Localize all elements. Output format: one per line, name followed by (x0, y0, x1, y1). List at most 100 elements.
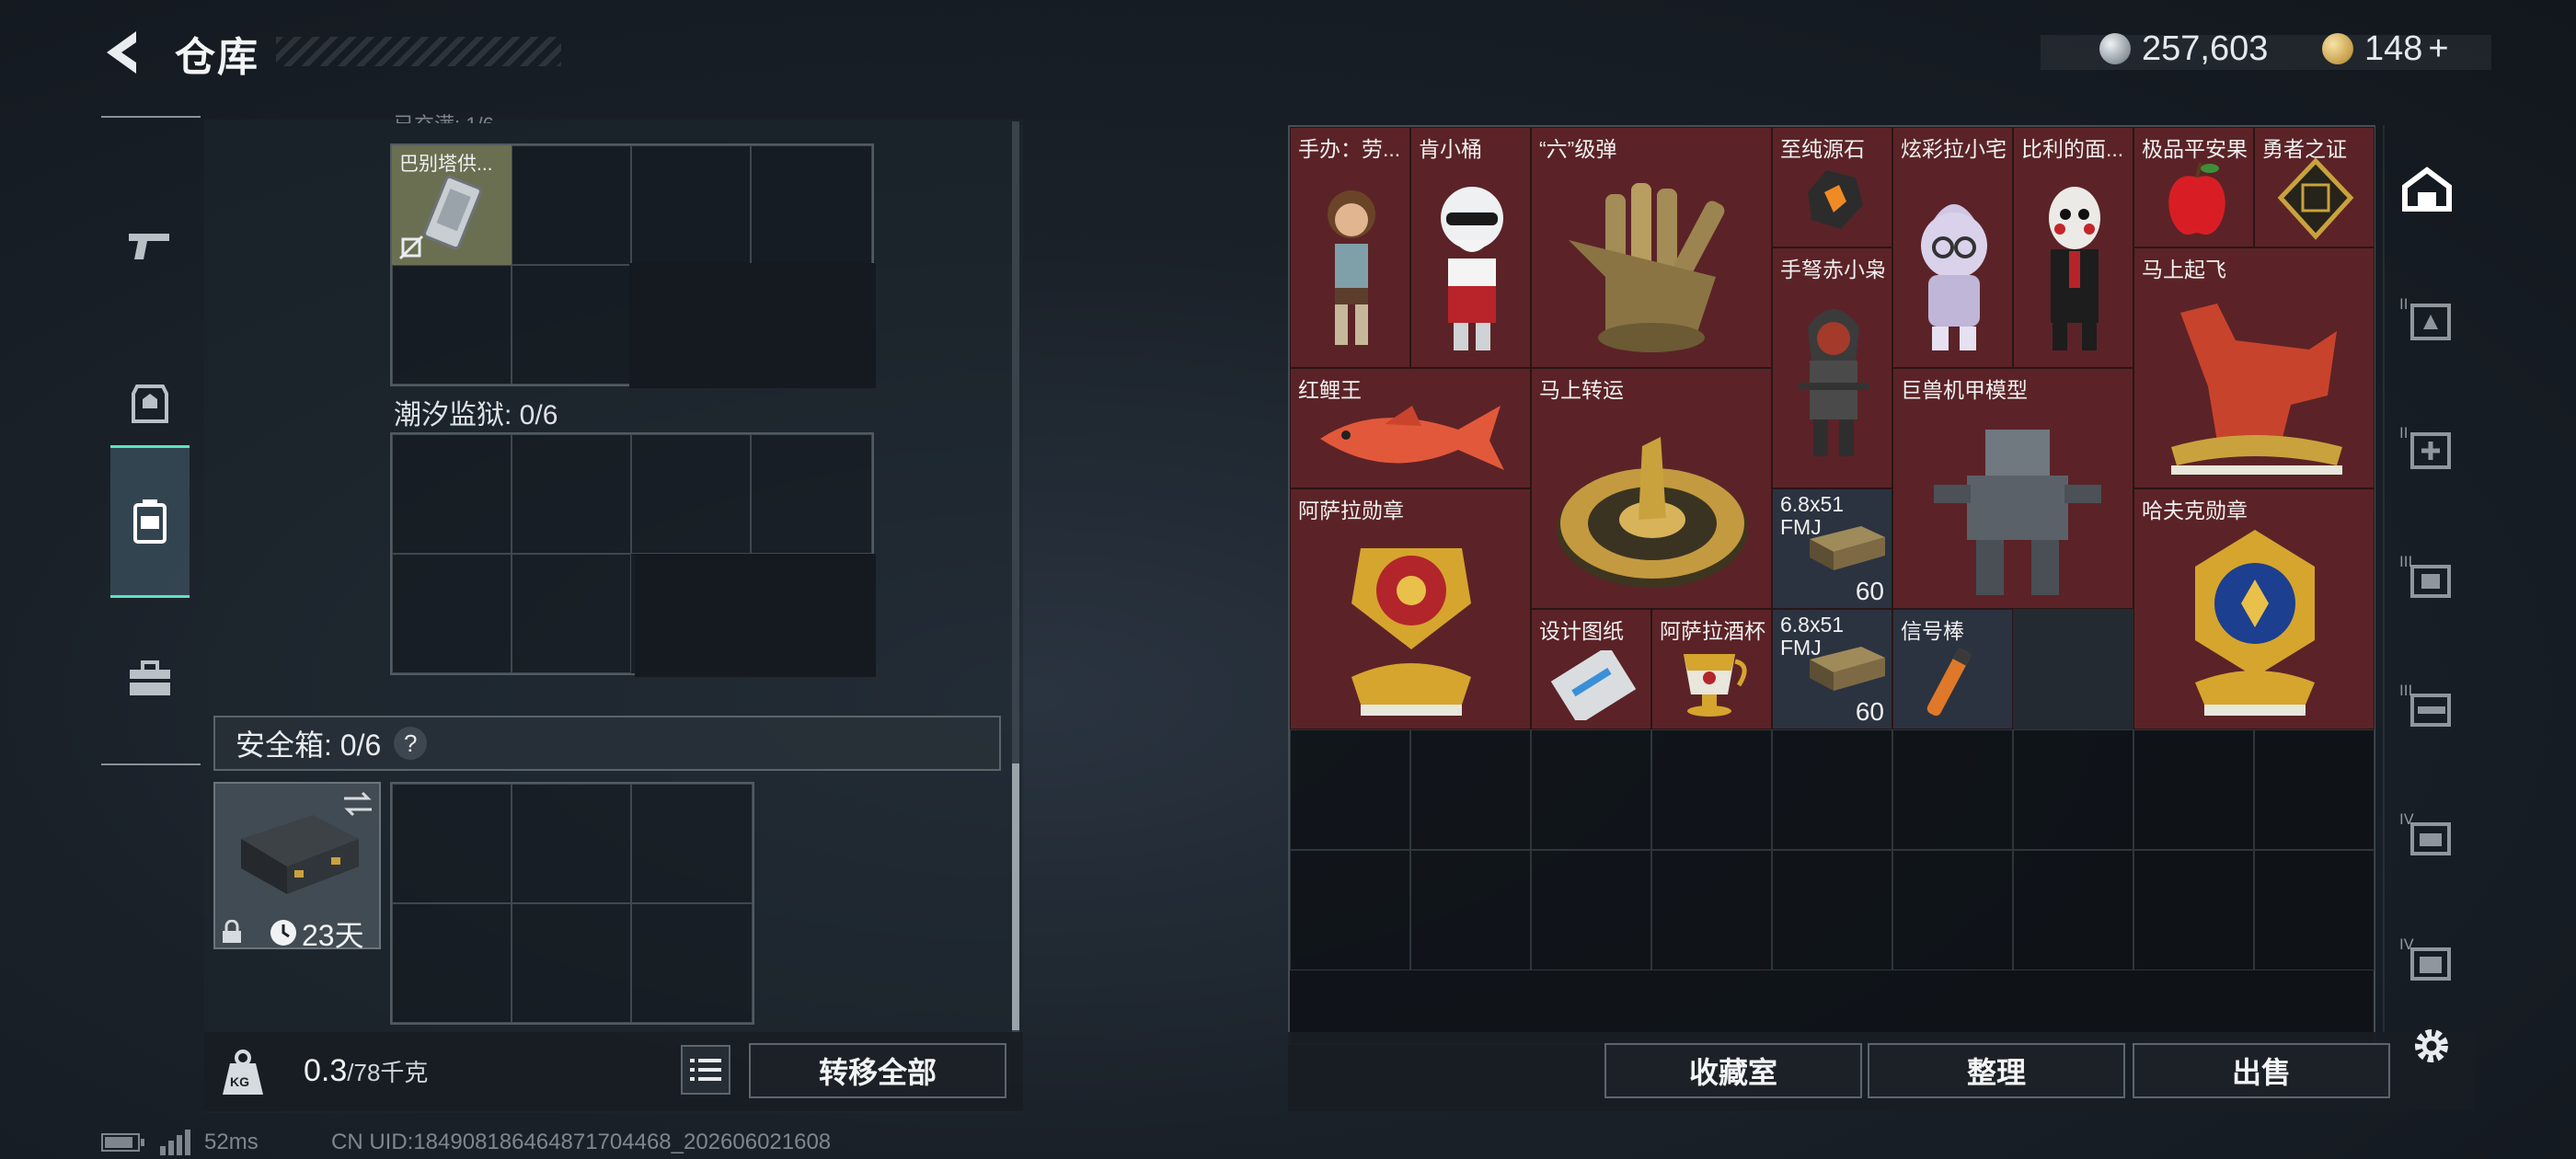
item-name: 信号棒 (1901, 619, 1964, 643)
gold-add-button[interactable]: + (2428, 29, 2448, 69)
svg-text:II: II (2399, 424, 2408, 442)
gold-currency[interactable]: 148 + (2322, 28, 2449, 70)
storage-item[interactable]: 炫彩拉小宅 (1892, 127, 2013, 368)
storage-item[interactable]: 勇者之证 (2254, 127, 2375, 247)
storage-grid-cell (2013, 850, 2133, 970)
item-name: 极品平安果 (2142, 137, 2248, 161)
nav-backpack[interactable] (110, 445, 190, 598)
toolbox-icon (130, 660, 170, 695)
medal-haavk-icon (2195, 530, 2315, 716)
safe-box-item[interactable]: 23天 (213, 782, 381, 952)
tab-storage-6[interactable]: IV (2385, 769, 2469, 898)
storage-item[interactable]: 手弩赤小枭 (1772, 247, 1892, 488)
storage-item[interactable]: 设计图纸 (1531, 609, 1651, 729)
no-trade-icon (398, 235, 424, 260)
weight-capacity: /78千克 (347, 1059, 429, 1086)
nav-toolbox[interactable] (110, 605, 190, 752)
list-view-button[interactable] (681, 1045, 730, 1095)
inventory-scroll-thumb[interactable] (1012, 763, 1019, 1030)
item-name: 哈夫克勋章 (2142, 499, 2248, 522)
tab-storage-3[interactable]: II (2385, 383, 2469, 511)
tab-storage-7[interactable]: IV (2385, 894, 2469, 1023)
weight-display: 0.3/78千克 (304, 1053, 428, 1089)
safe-box-help-button[interactable]: ? (394, 727, 428, 760)
pistol-icon (129, 234, 169, 259)
inventory-item-slot[interactable]: 巴别塔供... (392, 145, 512, 265)
warehouse-icon (2402, 166, 2452, 212)
ammo-box-icon (1810, 647, 1885, 691)
storage-item[interactable]: 6.8x51 FMJ 60 (1772, 488, 1892, 609)
storage-page-icon: III (2399, 553, 2451, 598)
back-arrow-icon[interactable] (99, 28, 145, 77)
storage-item[interactable]: 巨兽机甲模型 (1892, 368, 2133, 609)
tab-storage-main[interactable] (2385, 125, 2469, 254)
storage-item[interactable]: 红鲤王 (1290, 368, 1531, 488)
medal-asala-icon (1351, 548, 1471, 716)
empty-slot (2013, 609, 2133, 729)
item-name: 马上起飞 (2142, 258, 2226, 281)
tab-storage-5[interactable]: III (2385, 640, 2469, 769)
item-name: 比利的面... (2021, 137, 2124, 161)
list-icon (690, 1059, 721, 1081)
battery-icon (101, 1133, 144, 1152)
item-name: 肯小桶 (1419, 137, 1482, 161)
storage-item[interactable]: 信号棒 (1892, 609, 2013, 729)
nav-weapons[interactable] (110, 173, 190, 320)
mech-model-icon (1934, 430, 2101, 595)
storage-page-icon: II (2399, 424, 2451, 469)
ping-value: 52ms (204, 1130, 259, 1154)
item-name: 巨兽机甲模型 (1901, 378, 2028, 402)
carp-icon (1320, 406, 1504, 470)
storage-page-icon: II (2399, 295, 2451, 340)
item-count: 60 (1855, 577, 1884, 605)
figure-lara-icon (1328, 190, 1375, 345)
storage-grid-cell (2133, 729, 2254, 850)
sell-button[interactable]: 出售 (2133, 1043, 2390, 1098)
storage-grid-cell (1772, 729, 1892, 850)
storage-item[interactable]: 马上起飞 (2133, 247, 2375, 488)
collection-room-button[interactable]: 收藏室 (1604, 1043, 1862, 1098)
storage-item[interactable]: “六”级弹 (1531, 127, 1772, 368)
storage-item[interactable]: 阿萨拉勋章 (1290, 488, 1531, 729)
bullet-hand-icon (1569, 183, 1725, 352)
weight-icon-label: KG (230, 1074, 249, 1089)
swap-icon[interactable] (340, 789, 375, 819)
storage-grid-cell (1772, 850, 1892, 970)
gold-coin-icon (2322, 33, 2353, 64)
item-name: 手弩赤小枭 (1780, 258, 1886, 281)
clock-icon (270, 920, 296, 946)
sort-button[interactable]: 整理 (1868, 1043, 2125, 1098)
storage-item[interactable]: 至纯源石 (1772, 127, 1892, 247)
storage-item[interactable]: 6.8x51 FMJ 60 (1772, 609, 1892, 729)
tab-storage-4[interactable]: III (2385, 511, 2469, 640)
item-name: “六”级弹 (1539, 137, 1617, 161)
storage-item[interactable]: 哈夫克勋章 (2133, 488, 2375, 729)
tab-storage-2[interactable]: II (2385, 254, 2469, 383)
transfer-all-button[interactable]: 转移全部 (749, 1043, 1006, 1098)
storage-item[interactable]: 手办：劳... (1290, 127, 1410, 368)
weight-value: 0.3 (304, 1053, 348, 1088)
ore-icon (1808, 170, 1863, 229)
ammo-box-icon (1810, 526, 1885, 570)
horse-statue-icon (2171, 304, 2342, 475)
storage-item[interactable]: 肯小桶 (1410, 127, 1531, 368)
storage-item[interactable]: 马上转运 (1531, 368, 1772, 609)
figure-crossbow-icon (1799, 309, 1869, 456)
figure-otaku-icon (1921, 204, 1987, 350)
signal-icon (160, 1130, 190, 1155)
storage-item[interactable]: 比利的面... (2013, 127, 2133, 368)
safe-box-label: 安全箱: 0/6 (236, 729, 382, 762)
storage-grid-cell (1290, 850, 1410, 970)
storage-grid-cell (2254, 729, 2375, 850)
item-name: 阿萨拉酒杯 (1660, 619, 1765, 643)
storage-grid-cell (1892, 850, 2013, 970)
settings-gear-icon[interactable] (2409, 1023, 2455, 1069)
flare-stick-icon (1926, 647, 1972, 717)
item-name: 马上转运 (1539, 378, 1624, 402)
storage-grid-cell (1651, 729, 1772, 850)
item-name: 至纯源石 (1780, 137, 1865, 161)
storage-item[interactable]: 阿萨拉酒杯 (1651, 609, 1772, 729)
storage-grid-cell (1531, 729, 1651, 850)
storage-item[interactable]: 极品平安果 (2133, 127, 2254, 247)
title-decoration (276, 37, 561, 66)
